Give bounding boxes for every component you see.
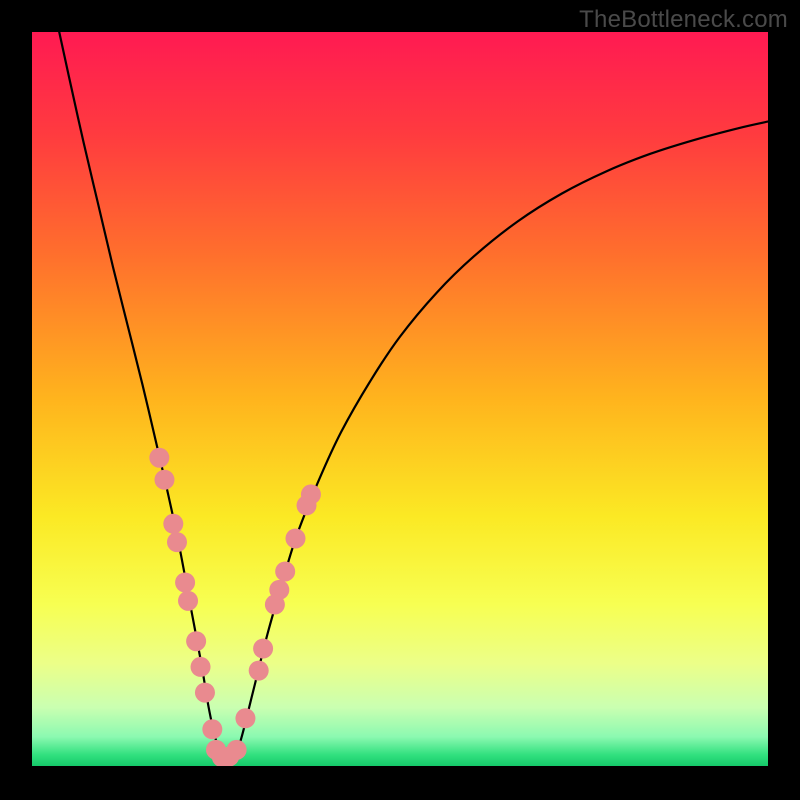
marker-dot	[178, 591, 198, 611]
marker-dot	[163, 514, 183, 534]
marker-dot	[167, 532, 187, 552]
marker-dot	[253, 639, 273, 659]
chart-svg	[0, 0, 800, 800]
marker-dot	[175, 573, 195, 593]
marker-dot	[285, 528, 305, 548]
marker-dot	[235, 708, 255, 728]
plot-background	[32, 32, 768, 766]
marker-dot	[227, 740, 247, 760]
marker-dot	[301, 484, 321, 504]
marker-dot	[249, 661, 269, 681]
marker-dot	[186, 631, 206, 651]
marker-dot	[191, 657, 211, 677]
chart-stage: TheBottleneck.com	[0, 0, 800, 800]
marker-dot	[154, 470, 174, 490]
marker-dot	[202, 719, 222, 739]
watermark-text: TheBottleneck.com	[579, 6, 788, 34]
marker-dot	[275, 561, 295, 581]
marker-dot	[149, 448, 169, 468]
marker-dot	[269, 580, 289, 600]
marker-dot	[195, 683, 215, 703]
